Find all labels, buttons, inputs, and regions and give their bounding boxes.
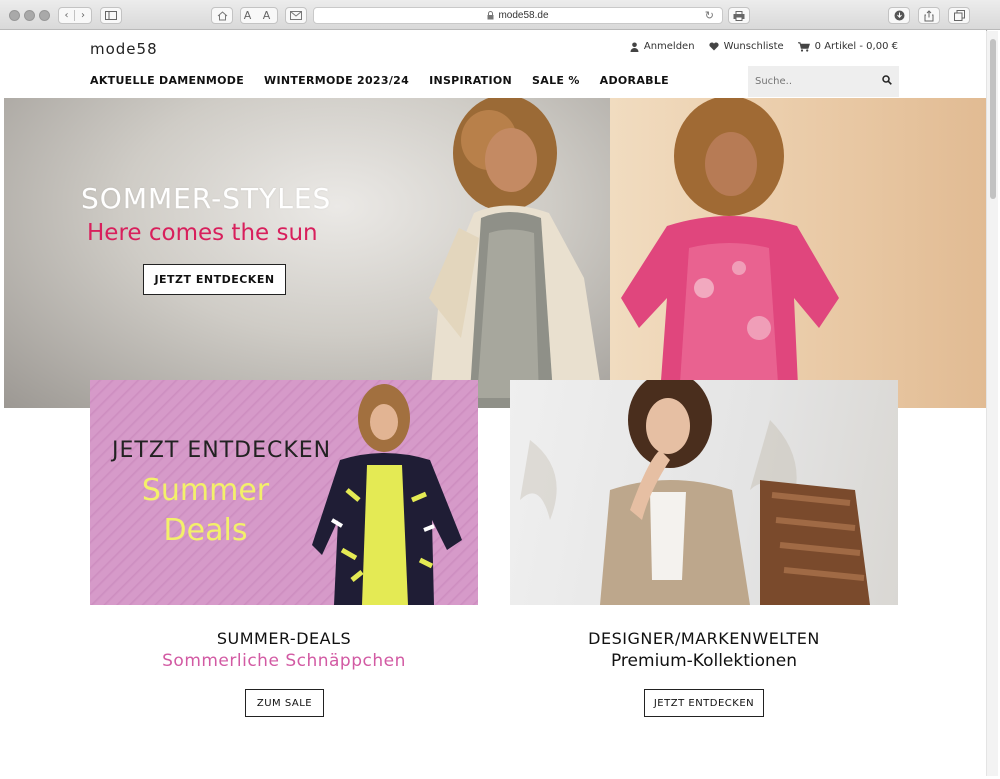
tab-overview-button[interactable] xyxy=(948,7,970,24)
summer-deals-tile-heading: JETZT ENTDECKEN xyxy=(112,438,332,463)
search-box xyxy=(748,66,899,97)
to-sale-button[interactable]: ZUM SALE xyxy=(245,689,324,717)
summer-deals-caption: SUMMER-DEALS Sommerliche Schnäppchen xyxy=(90,629,478,671)
summer-deals-tile-text: Summer Deals xyxy=(138,471,273,551)
heart-icon xyxy=(708,42,719,51)
designer-subtitle: Premium-Kollektionen xyxy=(610,651,798,671)
summer-deals-subtitle: Sommerliche Schnäppchen xyxy=(162,651,406,671)
address-bar[interactable]: mode58.de ↻ xyxy=(313,7,723,24)
login-link[interactable]: Anmelden xyxy=(630,41,695,52)
sidebar-icon xyxy=(105,11,117,20)
main-navigation: AKTUELLE DAMENMODE WINTERMODE 2023/24 IN… xyxy=(90,74,669,87)
nav-item-sale[interactable]: SALE % xyxy=(532,74,580,87)
reload-icon[interactable]: ↻ xyxy=(705,9,714,22)
web-page: mode58 Anmelden Wunschliste 0 Artikel - … xyxy=(4,31,986,776)
nav-item-wintermode[interactable]: WINTERMODE 2023/24 xyxy=(264,74,409,87)
hero-model-image-left xyxy=(429,98,604,408)
hero-title: SOMMER-STYLES xyxy=(81,182,332,215)
summer-deals-tile[interactable]: JETZT ENTDECKEN Summer Deals xyxy=(90,380,478,605)
designer-title: DESIGNER/MARKENWELTEN xyxy=(588,629,820,648)
site-logo[interactable]: mode58 xyxy=(90,40,158,58)
summer-deals-model-image xyxy=(312,384,462,605)
zoom-window-button[interactable] xyxy=(39,10,50,21)
summer-deals-tile-line1: Summer xyxy=(141,473,270,508)
user-icon xyxy=(630,42,639,52)
nav-item-aktuelle-damenmode[interactable]: AKTUELLE DAMENMODE xyxy=(90,74,244,87)
nav-item-adorable[interactable]: ADORABLE xyxy=(600,74,669,87)
page-scrollbar[interactable] xyxy=(986,31,998,776)
downloads-button[interactable] xyxy=(888,7,910,24)
account-links: Anmelden Wunschliste 0 Artikel - 0,00 € xyxy=(630,41,898,52)
back-icon[interactable]: ‹ xyxy=(59,10,76,21)
summer-deals-tile-line2: Deals xyxy=(163,513,248,548)
forward-icon[interactable]: › xyxy=(75,10,91,21)
mail-button[interactable] xyxy=(285,7,307,24)
home-icon xyxy=(217,10,227,20)
hero-banner[interactable]: SOMMER-STYLES Here comes the sun JETZT E… xyxy=(4,98,986,408)
nav-item-inspiration[interactable]: INSPIRATION xyxy=(429,74,512,87)
close-window-button[interactable] xyxy=(9,10,20,21)
wishlist-label: Wunschliste xyxy=(723,41,784,52)
hero-cta-button[interactable]: JETZT ENTDECKEN xyxy=(143,264,286,295)
designer-tile[interactable] xyxy=(510,380,898,605)
tabs-icon xyxy=(953,10,965,21)
hero-subtitle: Here comes the sun xyxy=(87,220,318,246)
share-icon xyxy=(924,9,934,21)
print-button[interactable] xyxy=(728,7,750,24)
cart-label: 0 Artikel - 0,00 € xyxy=(814,41,898,52)
cart-link[interactable]: 0 Artikel - 0,00 € xyxy=(797,41,898,52)
share-button[interactable] xyxy=(918,7,940,24)
minimize-window-button[interactable] xyxy=(24,10,35,21)
designer-caption: DESIGNER/MARKENWELTEN Premium-Kollektion… xyxy=(510,629,898,671)
designer-discover-button[interactable]: JETZT ENTDECKEN xyxy=(644,689,764,717)
text-size-button[interactable]: A A xyxy=(240,7,278,24)
home-button[interactable] xyxy=(211,7,233,24)
printer-icon xyxy=(733,10,745,21)
sidebar-toggle-button[interactable] xyxy=(100,7,122,24)
summer-deals-title: SUMMER-DEALS xyxy=(216,629,352,648)
url-text: mode58.de xyxy=(498,10,549,21)
designer-model-image xyxy=(520,380,870,605)
cart-icon xyxy=(797,41,810,52)
wishlist-link[interactable]: Wunschliste xyxy=(708,41,784,52)
mail-icon xyxy=(290,11,302,20)
lock-icon xyxy=(487,11,494,20)
download-icon xyxy=(894,10,904,21)
browser-toolbar: ‹ › A A mode58.de ↻ xyxy=(0,0,1000,40)
hero-model-image-right xyxy=(621,98,839,408)
search-input[interactable] xyxy=(748,66,868,97)
scrollbar-thumb[interactable] xyxy=(990,39,996,199)
search-icon[interactable] xyxy=(882,75,892,85)
login-label: Anmelden xyxy=(643,41,695,52)
history-nav: ‹ › xyxy=(58,7,92,24)
